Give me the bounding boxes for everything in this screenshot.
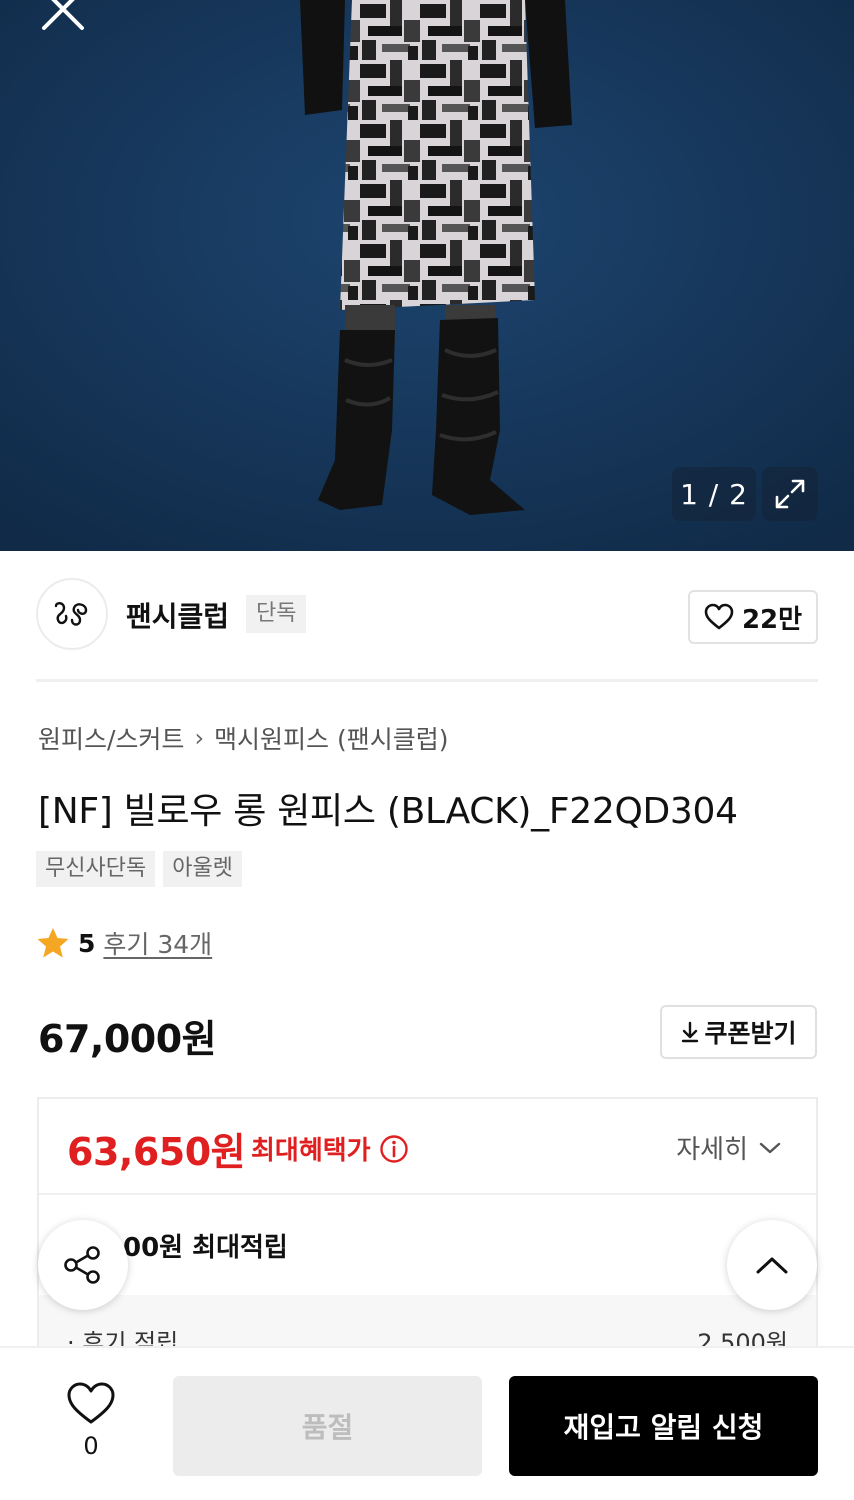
close-icon: [42, 0, 84, 30]
detail-label: 자세히: [676, 1135, 748, 1165]
heart-icon: [67, 1382, 115, 1424]
review-count-link[interactable]: 후기 34개: [103, 925, 212, 961]
breadcrumb: 원피스/스커트 › 맥시원피스 (팬시클럽): [38, 720, 449, 756]
image-counter: 1 / 2: [672, 467, 756, 521]
product-title: [NF] 빌로우 롱 원피스 (BLACK)_F22QD304: [38, 791, 738, 832]
download-icon: [682, 1021, 699, 1043]
soldout-button[interactable]: 품절: [173, 1376, 482, 1476]
info-icon[interactable]: [379, 1134, 409, 1164]
scroll-top-button[interactable]: [727, 1220, 817, 1310]
product-tags: 무신사단독 아울렛: [36, 851, 242, 887]
brand-logo-icon: [54, 602, 88, 626]
benefit-header[interactable]: 63,650원 최대혜택가 자세히: [39, 1099, 816, 1195]
bottom-action-bar: 0 품절 재입고 알림 신청: [0, 1346, 854, 1500]
breadcrumb-category[interactable]: 원피스/스커트: [38, 720, 184, 756]
share-icon: [64, 1246, 100, 1284]
detail-toggle[interactable]: 자세히: [676, 1129, 782, 1166]
wish-count: 0: [83, 1432, 99, 1460]
brand-row: 팬시클럽 단독 22만: [36, 578, 818, 652]
expand-button[interactable]: [762, 467, 818, 521]
benefit-box: 63,650원 최대혜택가 자세히 00원 최대적립 · 후기 적립 2,500…: [37, 1097, 818, 1357]
wish-button[interactable]: 0: [56, 1382, 126, 1460]
product-price: 67,000원: [38, 1017, 217, 1061]
brand-logo[interactable]: [36, 578, 108, 650]
chevron-right-icon: ›: [194, 724, 205, 752]
tag-outlet: 아울렛: [163, 851, 242, 887]
divider: [36, 679, 818, 682]
product-image[interactable]: 1 / 2: [0, 0, 854, 551]
chevron-down-icon: [759, 1142, 781, 1153]
exclusive-badge: 단독: [246, 595, 307, 633]
brand-like-count: 22만: [741, 604, 803, 635]
restock-alert-button[interactable]: 재입고 알림 신청: [509, 1376, 818, 1476]
tag-exclusive: 무신사단독: [36, 851, 156, 887]
coupon-button[interactable]: 쿠폰받기: [660, 1005, 817, 1059]
share-button[interactable]: [38, 1220, 128, 1310]
brand-name[interactable]: 팬시클럽: [126, 595, 229, 635]
brand-like-button[interactable]: 22만: [688, 590, 818, 644]
best-price-label: 최대혜택가: [251, 1130, 409, 1167]
star-icon: [37, 928, 69, 958]
close-button[interactable]: [38, 0, 90, 36]
rating: 5 후기 34개: [36, 925, 212, 961]
best-price: 63,650원: [67, 1130, 246, 1174]
coupon-label: 쿠폰받기: [704, 1019, 797, 1048]
heart-icon: [704, 603, 734, 630]
breadcrumb-subcategory[interactable]: 맥시원피스 (팬시클럽): [214, 720, 448, 756]
rating-score: 5: [78, 928, 96, 958]
best-price-label-text: 최대혜택가: [251, 1136, 371, 1166]
expand-icon: [775, 479, 805, 509]
max-points: 00원 최대적립: [123, 1233, 288, 1263]
chevron-up-icon: [756, 1257, 788, 1274]
